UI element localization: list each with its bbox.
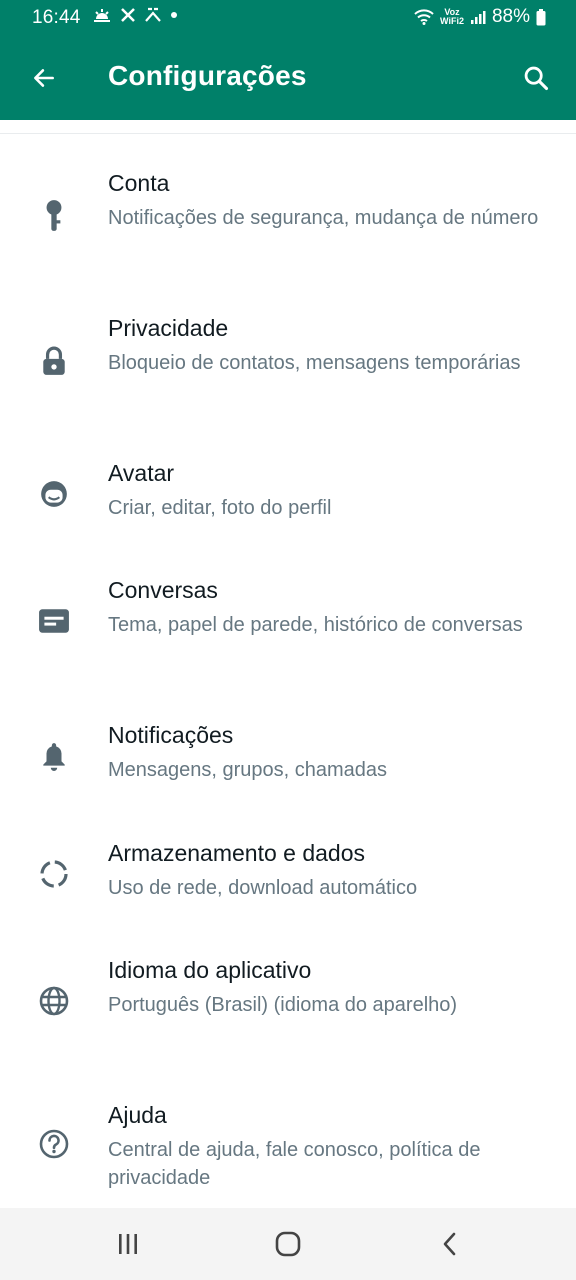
wifi-icon [414, 9, 434, 25]
settings-item-title: Idioma do aplicativo [108, 957, 312, 983]
notification-icons [92, 7, 178, 23]
app-header: 16:44 Voz WiFi2 88% Configurações [0, 0, 576, 120]
home-icon [275, 1231, 301, 1257]
arrow-back-icon [34, 69, 54, 87]
settings-item-title: Notificações [108, 722, 234, 748]
volte-label: Voz WiFi2 [440, 7, 464, 26]
recent-apps-icon [119, 1234, 137, 1254]
settings-item-title: Avatar [108, 460, 175, 486]
status-bar: 16:44 Voz WiFi2 88% [0, 0, 576, 38]
key-icon [36, 198, 72, 234]
settings-item-title: Conversas [108, 577, 218, 603]
weather-icon [94, 9, 110, 22]
signal-icon [470, 11, 486, 24]
battery-percent: 88% [491, 6, 530, 27]
settings-item-subtitle: Bloqueio de contatos, mensagens temporár… [108, 352, 521, 374]
globe-icon [36, 983, 72, 1019]
settings-item-title: Ajuda [108, 1102, 167, 1128]
settings-item-title: Privacidade [108, 315, 229, 341]
settings-item-subtitle: Português (Brasil) (idioma do aparelho) [108, 994, 458, 1016]
settings-item-ajuda[interactable]: Ajuda Central de ajuda, fale conosco, po… [0, 1102, 576, 1208]
settings-item-conversas[interactable]: Conversas Tema, papel de parede, históri… [0, 577, 576, 695]
status-right: Voz WiFi2 88% [414, 6, 546, 28]
settings-item-subtitle: Mensagens, grupos, chamadas [108, 759, 388, 781]
settings-item-privacidade[interactable]: Privacidade Bloqueio de contatos, mensag… [0, 315, 576, 433]
settings-item-subtitle: Central de ajuda, fale conosco, política… [108, 1139, 481, 1189]
page-title: Configurações [108, 60, 307, 91]
recent-apps-button[interactable] [102, 1222, 154, 1266]
settings-item-subtitle: Criar, editar, foto do perfil [108, 497, 332, 519]
settings-item-conta[interactable]: Conta Notificações de segurança, mudança… [0, 170, 576, 288]
lock-icon [36, 343, 72, 379]
settings-item-title: Conta [108, 170, 170, 196]
app-notification-icon [145, 7, 161, 22]
search-icon [524, 66, 549, 91]
avatar-icon [36, 476, 72, 512]
battery-icon [536, 8, 546, 25]
dot-icon [171, 12, 177, 18]
settings-item-subtitle: Notificações de segurança, mudança de nú… [108, 207, 539, 229]
settings-item-notificacoes[interactable]: Notificações Mensagens, grupos, chamadas [0, 722, 576, 814]
settings-item-avatar[interactable]: Avatar Criar, editar, foto do perfil [0, 460, 576, 552]
back-nav-button[interactable] [424, 1222, 476, 1266]
help-icon [36, 1126, 72, 1162]
settings-item-subtitle: Tema, papel de parede, histórico de conv… [108, 614, 523, 636]
bell-icon [36, 738, 72, 774]
settings-item-title: Armazenamento e dados [108, 840, 365, 866]
system-nav-bar [0, 1208, 576, 1280]
settings-item-armazenamento[interactable]: Armazenamento e dados Uso de rede, downl… [0, 840, 576, 932]
chat-icon [36, 603, 72, 639]
header-divider [0, 133, 576, 134]
settings-item-subtitle: Uso de rede, download automático [108, 877, 418, 899]
back-button[interactable] [22, 56, 66, 100]
home-button[interactable] [262, 1222, 314, 1266]
status-time: 16:44 [32, 7, 81, 28]
search-button[interactable] [514, 56, 558, 100]
storage-icon [36, 856, 72, 892]
settings-item-idioma[interactable]: Idioma do aplicativo Português (Brasil) … [0, 957, 576, 1075]
chevron-back-icon [443, 1232, 456, 1256]
x-icon [121, 8, 135, 22]
